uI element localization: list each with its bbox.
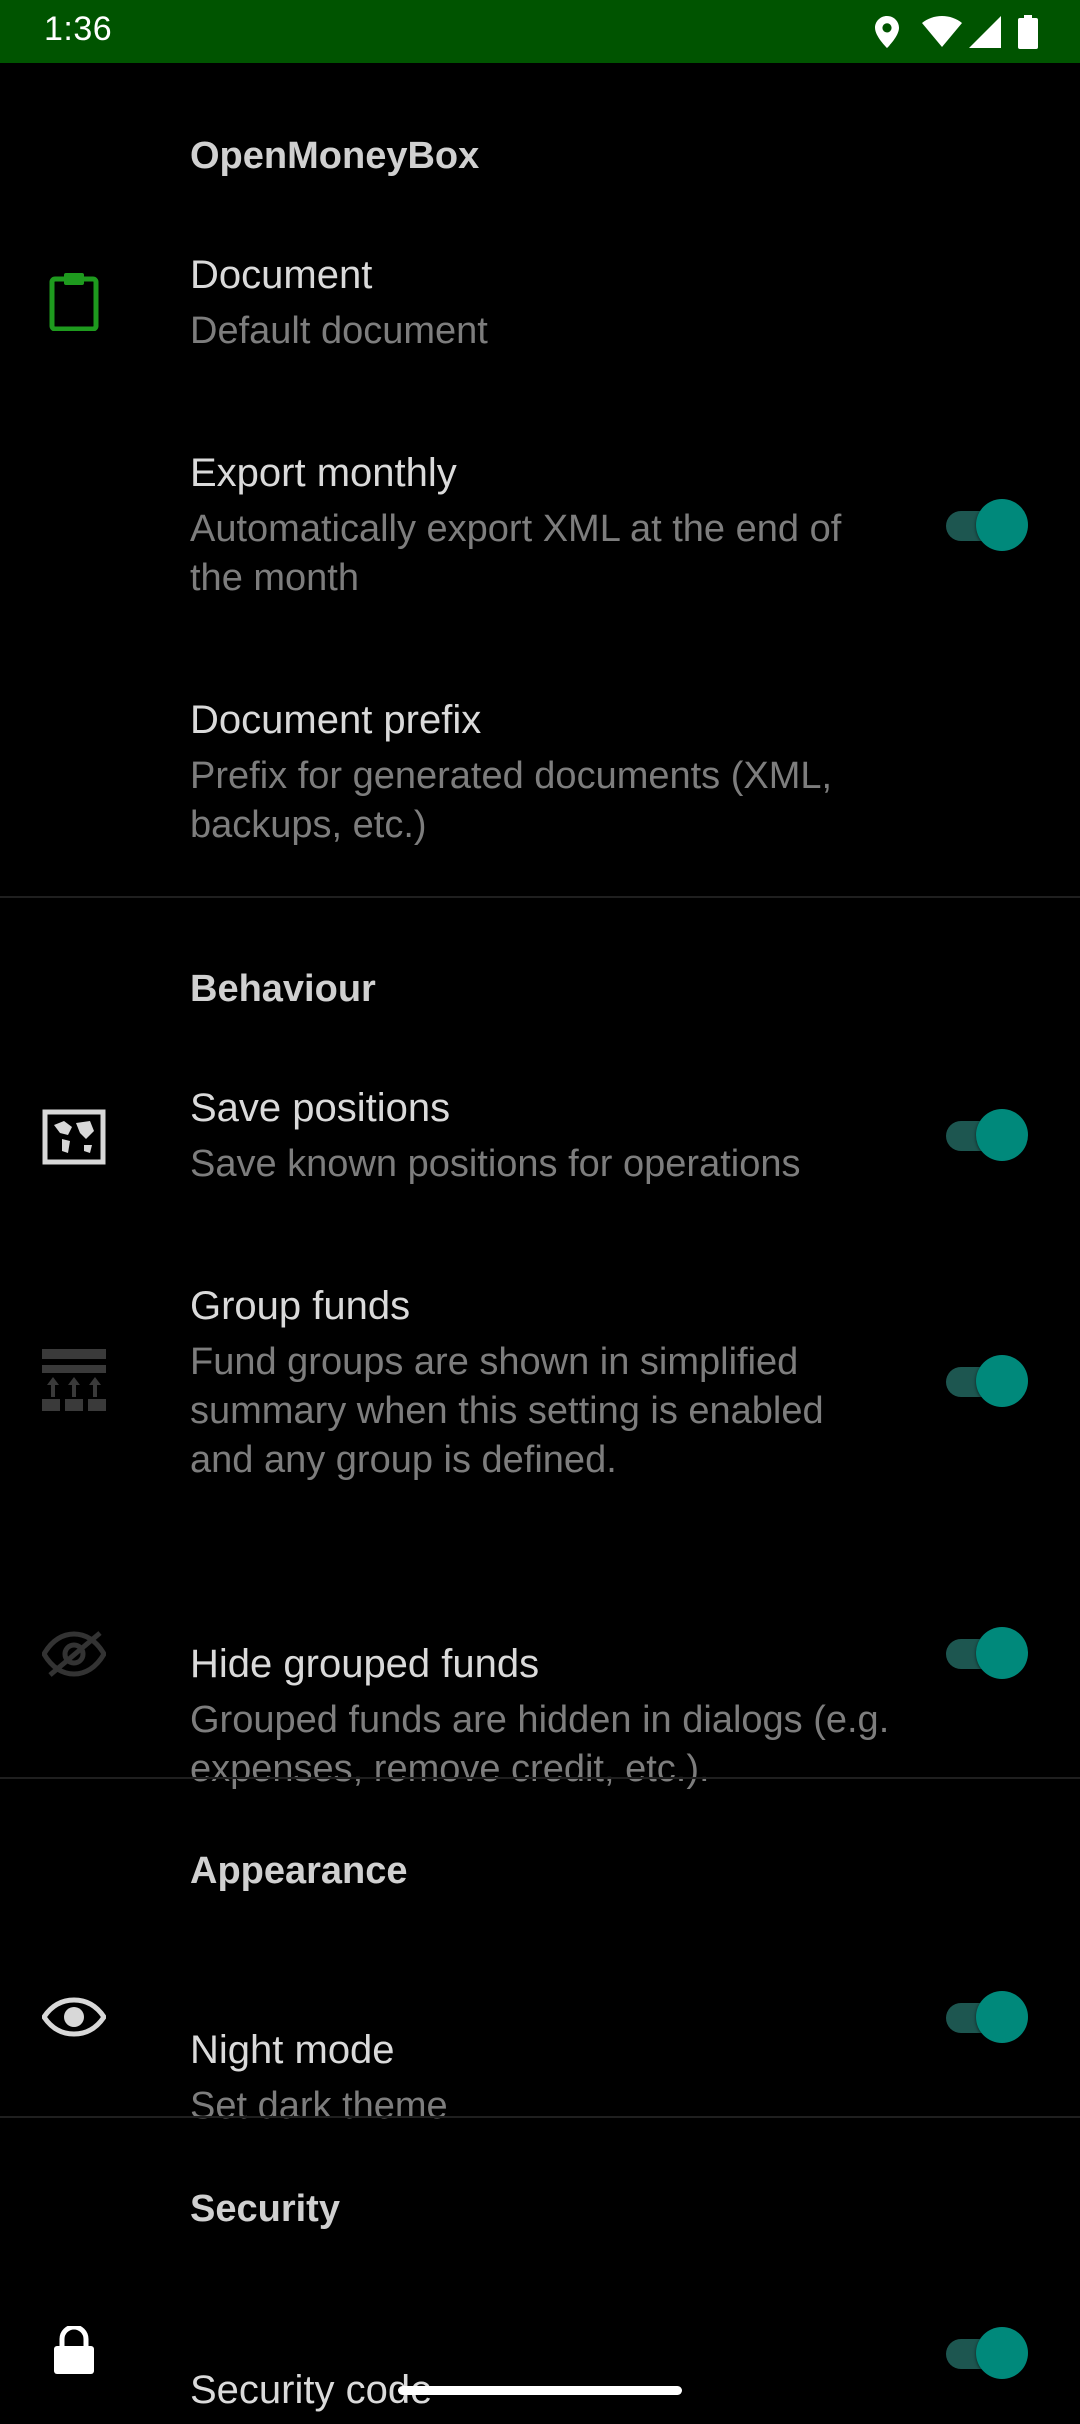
switch-thumb xyxy=(976,1355,1028,1407)
pref-security-code-title: Security code xyxy=(190,2368,433,2412)
pref-night-mode-summary: Set dark theme xyxy=(190,2085,448,2127)
wifi-icon xyxy=(922,16,962,48)
pref-hide-grouped-funds-title: Hide grouped funds xyxy=(190,1642,540,1686)
section-header-appearance: Appearance xyxy=(190,1850,408,1892)
location-icon xyxy=(874,15,900,49)
section-header-behaviour: Behaviour xyxy=(190,968,376,1010)
status-time: 1:36 xyxy=(44,10,113,48)
pref-export-monthly-summary: Automatically export XML at the end of t… xyxy=(190,508,842,599)
switch-thumb xyxy=(976,1627,1028,1679)
pref-document-prefix-title: Document prefix xyxy=(190,698,482,742)
eye-off-icon xyxy=(38,1618,110,1690)
status-icons xyxy=(874,13,1038,51)
pref-document-summary: Default document xyxy=(190,310,488,352)
night-mode-switch[interactable] xyxy=(946,1989,1030,2045)
signal-icon xyxy=(968,15,1002,49)
switch-thumb xyxy=(976,1109,1028,1161)
map-icon xyxy=(38,1101,110,1173)
section-header-security: Security xyxy=(190,2188,340,2230)
pref-document-title: Document xyxy=(190,253,373,297)
pref-export-monthly-title: Export monthly xyxy=(190,451,457,495)
pref-save-positions-title: Save positions xyxy=(190,1086,451,1130)
section-header-openmoneybox: OpenMoneyBox xyxy=(190,135,480,177)
lock-icon xyxy=(38,2314,110,2386)
eye-icon xyxy=(38,1981,110,2053)
hide-grouped-funds-switch[interactable] xyxy=(946,1625,1030,1681)
switch-thumb xyxy=(976,2327,1028,2379)
settings-list: OpenMoneyBox Document Default document E… xyxy=(0,63,1080,2424)
pref-document-prefix-summary: Prefix for generated documents (XML, bac… xyxy=(190,755,833,846)
switch-thumb xyxy=(976,1991,1028,2043)
pref-hide-grouped-funds-summary: Grouped funds are hidden in dialogs (e.g… xyxy=(190,1699,890,1790)
gesture-nav-handle[interactable] xyxy=(398,2386,682,2395)
pref-group-funds-title: Group funds xyxy=(190,1284,411,1328)
battery-icon xyxy=(1018,15,1038,49)
group-funds-switch[interactable] xyxy=(946,1353,1030,1409)
group-funds-icon xyxy=(38,1343,110,1415)
save-positions-switch[interactable] xyxy=(946,1107,1030,1163)
section-divider xyxy=(0,2116,1080,2118)
status-bar: 1:36 xyxy=(0,0,1080,63)
security-code-switch[interactable] xyxy=(946,2325,1030,2381)
export-monthly-switch[interactable] xyxy=(946,497,1030,553)
pref-group-funds-summary: Fund groups are shown in simplified summ… xyxy=(190,1341,824,1481)
section-divider xyxy=(0,1777,1080,1779)
switch-thumb xyxy=(976,499,1028,551)
pref-save-positions-summary: Save known positions for operations xyxy=(190,1143,801,1185)
section-divider xyxy=(0,896,1080,898)
pref-night-mode-title: Night mode xyxy=(190,2028,395,2072)
clipboard-icon xyxy=(38,265,110,337)
